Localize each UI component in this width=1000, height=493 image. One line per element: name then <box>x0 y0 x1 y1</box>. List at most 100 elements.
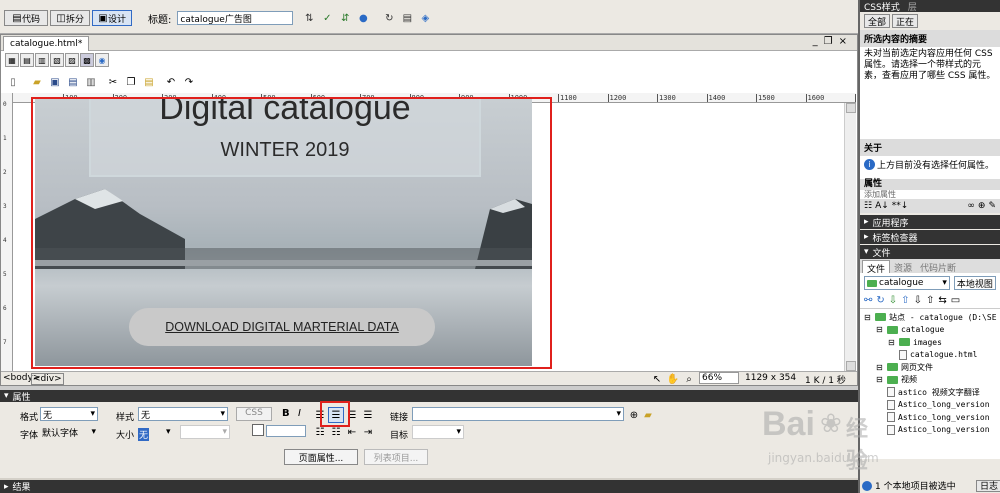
design-view-button[interactable]: ▣ 设计 <box>92 10 132 26</box>
layout-icon-5[interactable]: ▨ <box>65 53 79 67</box>
zoom-tool-icon[interactable]: ⌕ <box>681 371 697 387</box>
refresh-icon[interactable]: ↻ <box>876 295 884 306</box>
tag-inspector-header[interactable]: ▸ 标签检查器 <box>860 230 1000 244</box>
tree-expander-icon[interactable]: ⊟ <box>876 363 884 372</box>
close-icon[interactable]: × <box>839 36 853 47</box>
reload-icon[interactable]: ↻ <box>381 10 397 26</box>
site-select[interactable]: catalogue ▾ <box>864 276 950 290</box>
preview-browser-icon[interactable]: ✓ <box>319 10 335 26</box>
file-tree-item[interactable]: catalogue.html <box>860 349 1000 362</box>
layout-icon-1[interactable]: ▦ <box>5 53 19 67</box>
check-in-icon[interactable]: ⇧ <box>926 295 934 306</box>
layout-icon-4[interactable]: ▧ <box>50 53 64 67</box>
tree-expander-icon[interactable]: ⊟ <box>876 375 884 384</box>
link-input[interactable]: ▾ <box>412 407 624 421</box>
properties-header[interactable]: ▾ 属性 <box>0 390 858 403</box>
view-options-icon[interactable]: ▤ <box>399 10 415 26</box>
style-select[interactable]: 无 ▾ <box>138 407 228 421</box>
edit-rule-icon[interactable]: ✎ <box>988 201 996 211</box>
file-tree-item[interactable]: ⊟ 站点 - catalogue (D:\SE <box>860 311 1000 324</box>
log-button[interactable]: 日志 <box>975 479 1000 492</box>
hand-tool-icon[interactable]: ✋ <box>665 371 681 387</box>
files-panel-header[interactable]: ▾ 文件 <box>860 245 1000 259</box>
tree-expander-icon[interactable]: ⊟ <box>876 325 884 334</box>
snippets-tab[interactable]: 代码片断 <box>916 260 960 274</box>
document-tab[interactable]: catalogue.html* <box>3 36 90 51</box>
color-input[interactable] <box>266 425 306 437</box>
new-doc-icon[interactable]: ▯ <box>5 74 21 90</box>
format-select[interactable]: 无 ▾ <box>40 407 98 421</box>
cut-icon[interactable]: ✂ <box>105 74 121 90</box>
tree-expander-icon[interactable]: ⊟ <box>888 338 896 347</box>
category-view-icon[interactable]: ☷ <box>864 201 872 211</box>
layout-icon-3[interactable]: ▥ <box>35 53 49 67</box>
file-tree-item[interactable]: astico 视频文字翻译 <box>860 386 1000 399</box>
color-picker[interactable] <box>252 424 264 436</box>
vertical-scrollbar[interactable] <box>844 103 856 371</box>
connect-icon[interactable]: ⚯ <box>864 295 872 306</box>
unordered-list-icon[interactable]: ☷ <box>312 424 328 440</box>
file-tree-item[interactable]: ⊟ 网页文件 <box>860 361 1000 374</box>
sync-icon[interactable]: ⇆ <box>938 295 946 306</box>
page-properties-button[interactable]: 页面属性... <box>284 449 358 465</box>
open-folder-icon[interactable]: ▰ <box>29 74 45 90</box>
save-all-icon[interactable]: ▤ <box>65 74 81 90</box>
visual-aids-icon[interactable]: ◈ <box>417 10 433 26</box>
target-select[interactable]: ▾ <box>412 425 464 439</box>
minimize-icon[interactable]: _ <box>813 36 824 47</box>
baidu-watermark: Bai ❀ 经验 jingyan.baidu.com <box>762 405 879 474</box>
application-panel-header[interactable]: ▸ 应用程序 <box>860 215 1000 229</box>
undo-icon[interactable]: ↶ <box>163 74 179 90</box>
new-rule-icon[interactable]: ⊕ <box>978 201 986 211</box>
get-files-icon[interactable]: ⇩ <box>889 295 897 306</box>
font-select[interactable]: 默认字体 ▾ <box>40 425 98 439</box>
css-tab-all[interactable]: 全部 <box>864 14 891 28</box>
ordered-list-icon[interactable]: ☷ <box>328 424 344 440</box>
set-properties-icon[interactable]: **↓ <box>892 201 909 211</box>
list-item-button[interactable]: 列表项目... <box>364 449 428 465</box>
code-view-button[interactable]: ▤ 代码 <box>4 10 48 26</box>
align-justify-icon[interactable]: ☰ <box>360 407 376 423</box>
italic-button[interactable]: I <box>298 408 301 419</box>
window-size[interactable]: 1129 x 354 <box>745 373 796 383</box>
expand-view-icon[interactable]: ▭ <box>951 295 960 306</box>
tree-expander-icon[interactable]: ⊟ <box>864 313 872 322</box>
title-input[interactable]: catalogue广告图 <box>177 11 294 25</box>
file-tree-item[interactable]: ⊟ 视频 <box>860 374 1000 387</box>
link-stylesheet-icon[interactable]: ∞ <box>967 201 975 211</box>
refresh-design-icon[interactable]: ⇵ <box>337 10 353 26</box>
files-tab[interactable]: 文件 <box>862 260 891 275</box>
tag-div[interactable]: <div> <box>31 373 64 385</box>
file-tree-item[interactable]: ⊟ catalogue <box>860 324 1000 337</box>
css-button[interactable]: CSS <box>236 407 272 421</box>
pointer-tool-icon[interactable]: ↖ <box>649 371 665 387</box>
view-select[interactable]: 本地视图 <box>953 276 996 290</box>
sort-az-icon[interactable]: A↓ <box>875 201 889 211</box>
browse-folder-icon[interactable]: ▰ <box>640 407 656 423</box>
assets-tab[interactable]: 资源 <box>890 260 916 274</box>
size-dropdown-arrow-icon[interactable]: ▾ <box>166 427 171 437</box>
indent-icon[interactable]: ⇥ <box>360 424 376 440</box>
bold-button[interactable]: B <box>282 408 290 419</box>
print-icon[interactable]: ▥ <box>83 74 99 90</box>
paste-icon[interactable]: ▤ <box>141 74 157 90</box>
globe-icon[interactable]: ● <box>355 10 371 26</box>
split-view-button[interactable]: ◫ 拆分 <box>50 10 90 26</box>
save-icon[interactable]: ▣ <box>47 74 63 90</box>
results-panel-header[interactable]: ▸ 结果 <box>0 480 858 493</box>
css-tab-current[interactable]: 正在 <box>892 14 919 28</box>
restore-icon[interactable]: ❐ <box>824 36 839 47</box>
check-out-icon[interactable]: ⇩ <box>914 295 922 306</box>
outdent-icon[interactable]: ⇤ <box>344 424 360 440</box>
layout-icon-2[interactable]: ▤ <box>20 53 34 67</box>
zoom-select[interactable]: 66% <box>699 372 739 384</box>
file-tree-item[interactable]: ⊟ images <box>860 336 1000 349</box>
put-files-icon[interactable]: ⇧ <box>901 295 909 306</box>
layout-icon-6[interactable]: ▩ <box>80 53 94 67</box>
live-icon[interactable]: ◉ <box>95 53 109 67</box>
file-management-icon[interactable]: ⇅ <box>301 10 317 26</box>
copy-icon[interactable]: ❐ <box>123 74 139 90</box>
css-panel-header[interactable]: CSS样式 层 <box>860 0 1000 13</box>
add-property-link[interactable]: 添加属性 <box>860 190 1000 199</box>
redo-icon[interactable]: ↷ <box>181 74 197 90</box>
